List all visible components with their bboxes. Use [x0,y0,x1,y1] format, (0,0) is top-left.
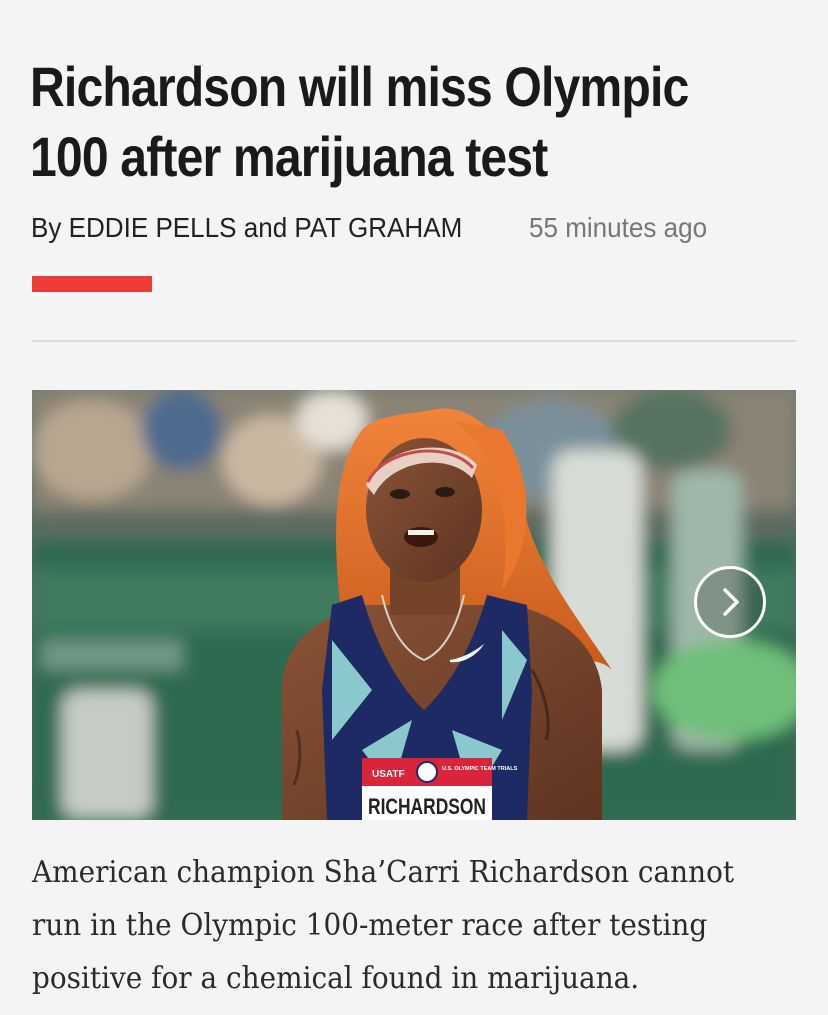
chevron-right-icon [723,588,739,616]
byline[interactable]: By EDDIE PELLS and PAT GRAHAM [31,206,462,250]
photo-caption: American champion Sha’Carri Richardson c… [32,855,735,996]
timestamp: 55 minutes ago [529,212,708,243]
divider [32,340,796,342]
article: Richardson will miss Olympic 100 after m… [0,0,828,1015]
bib-name: RICHARDSON [368,794,486,819]
bib-brand: USATF [372,769,405,780]
accent-bar [32,276,152,292]
lead-photo[interactable]: USATF U.S. OLYMPIC TEAM TRIALS RICHARDSO… [32,390,796,820]
athlete-photo-illustration: USATF U.S. OLYMPIC TEAM TRIALS RICHARDSO… [32,390,796,820]
headline: Richardson will miss Olympic 100 after m… [30,55,689,188]
bib-event: U.S. OLYMPIC TEAM TRIALS [442,766,518,772]
byline-row: By EDDIE PELLS and PAT GRAHAM 55 minutes… [31,206,801,250]
next-photo-button[interactable] [694,566,766,638]
